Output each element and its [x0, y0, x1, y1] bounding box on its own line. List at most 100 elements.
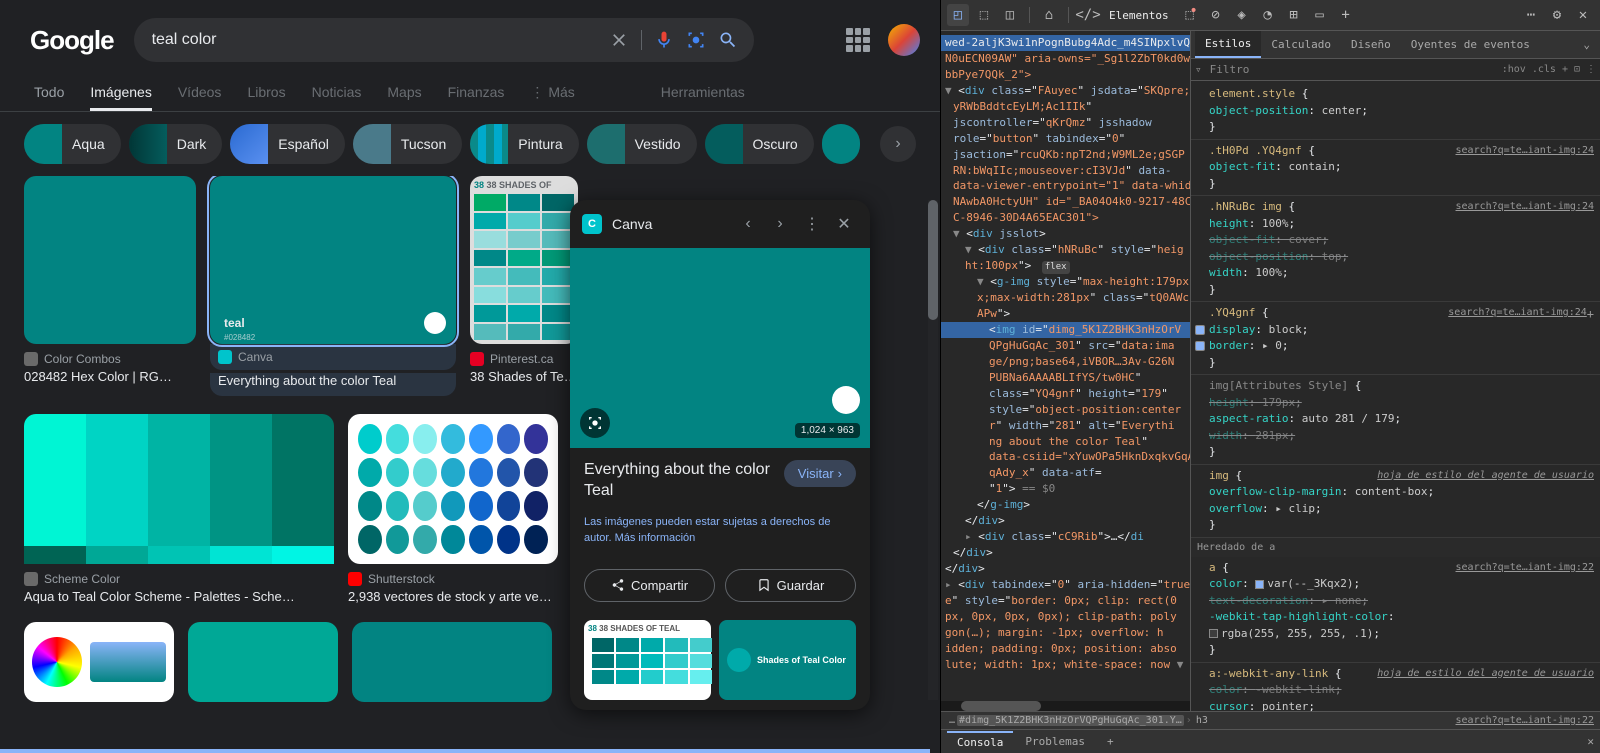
detail-prev-icon[interactable]: ‹ — [734, 210, 762, 238]
tab-diseno[interactable]: Diseño — [1341, 32, 1401, 57]
tab-calculado[interactable]: Calculado — [1261, 32, 1341, 57]
tab-libros[interactable]: Libros — [247, 76, 285, 111]
clear-icon[interactable] — [609, 30, 629, 50]
more-info-link[interactable]: Más información — [615, 532, 696, 544]
drawer-problemas[interactable]: Problemas — [1015, 732, 1095, 751]
related-image[interactable]: Shades of Teal Color — [719, 620, 856, 700]
tools-btn[interactable]: Herramientas — [661, 76, 745, 111]
result-card[interactable] — [188, 622, 338, 702]
chip-extra[interactable] — [822, 124, 860, 164]
apps-icon[interactable] — [846, 28, 870, 52]
avatar[interactable] — [888, 24, 920, 56]
save-button[interactable]: Guardar — [725, 569, 856, 602]
close-devtools-icon[interactable]: ✕ — [1572, 4, 1594, 26]
style-rules[interactable]: element.style { object-position: center;… — [1191, 81, 1600, 711]
result-card[interactable]: Color Combos 028482 Hex Color | RG… — [24, 176, 196, 396]
image-detail-panel: C Canva ‹ › ⋮ ✕ 1,024 × 963 Visitar › Ev… — [570, 200, 870, 710]
cls-button[interactable]: .cls — [1532, 64, 1556, 75]
tab-noticias[interactable]: Noticias — [312, 76, 362, 111]
result-card-selected[interactable]: teal #028482 Canva Everything about the … — [210, 176, 456, 396]
tab-maps[interactable]: Maps — [387, 76, 421, 111]
result-card[interactable]: Scheme Color Aqua to Teal Color Scheme -… — [24, 414, 334, 604]
tab-videos[interactable]: Vídeos — [178, 76, 222, 111]
detail-note: Las imágenes pueden estar sujetas a dere… — [584, 514, 856, 547]
canva-favicon: C — [582, 214, 602, 234]
share-button[interactable]: Compartir — [584, 569, 715, 602]
drawer-consola[interactable]: Consola — [947, 731, 1013, 752]
new-rule-icon[interactable]: + — [1562, 64, 1568, 75]
chip-vestido[interactable]: Vestido — [587, 124, 697, 164]
related-image[interactable]: 38 38 SHADES OF TEAL — [584, 620, 711, 700]
detail-site-name[interactable]: Canva — [612, 216, 724, 232]
add-rule-icon[interactable]: + — [1587, 305, 1594, 323]
chip-aqua[interactable]: Aqua — [24, 124, 121, 164]
search-icon[interactable] — [718, 30, 738, 50]
chip-oscuro[interactable]: Oscuro — [705, 124, 814, 164]
more-icon[interactable]: ⋯ — [1520, 4, 1542, 26]
network-icon[interactable]: ⊘ — [1205, 4, 1227, 26]
tab-finanzas[interactable]: Finanzas — [448, 76, 505, 111]
detail-body: Visitar › Everything about the color Tea… — [570, 448, 870, 559]
dom-hscroll[interactable] — [941, 701, 1190, 711]
google-images-pane: Google Todo Imágenes Vídeos Libros Notic… — [0, 0, 940, 753]
devtools-drawer: Consola Problemas + ✕ — [941, 729, 1600, 753]
chip-dark[interactable]: Dark — [129, 124, 223, 164]
detail-related: 38 38 SHADES OF TEAL Shades of Teal Colo… — [570, 612, 870, 700]
dom-tree[interactable]: wed-2aljK3wi1nPognBubg4Adc_m4SINpxlvQcd … — [941, 31, 1191, 711]
search-bar[interactable] — [134, 18, 754, 62]
code-icon[interactable]: </> — [1077, 4, 1099, 26]
styles-tabs: Estilos Calculado Diseño Oyentes de even… — [1191, 31, 1600, 59]
device-icon[interactable]: ⬚ — [973, 4, 995, 26]
tab-imagenes[interactable]: Imágenes — [90, 76, 151, 111]
styles-sidebar: Estilos Calculado Diseño Oyentes de even… — [1191, 31, 1600, 711]
drawer-close-icon[interactable]: ✕ — [1587, 735, 1594, 748]
result-card[interactable]: 38 38 SHADES OF Pinterest.ca 38 Shades o… — [470, 176, 578, 396]
detail-actions: Compartir Guardar — [570, 559, 870, 612]
chip-espanol[interactable]: Español — [230, 124, 345, 164]
detail-image[interactable]: 1,024 × 963 — [570, 248, 870, 448]
detail-more-icon[interactable]: ⋮ — [798, 210, 826, 238]
inspect-icon[interactable]: ◰ — [947, 4, 969, 26]
more-styles-icon[interactable]: ⋮ — [1586, 64, 1596, 75]
perf-icon[interactable]: ◔ — [1257, 4, 1279, 26]
filter-chips: Aqua Dark Español Tucson Pintura Vestido… — [0, 112, 940, 176]
google-logo[interactable]: Google — [30, 25, 114, 56]
close-icon[interactable]: ✕ — [830, 210, 858, 238]
home-icon[interactable]: ⌂ — [1038, 4, 1060, 26]
chevron-down-icon[interactable]: ⌄ — [1577, 38, 1596, 51]
result-card[interactable]: Shutterstock 2,938 vectores de stock y a… — [348, 414, 558, 604]
devtools-toolbar: ◰ ⬚ ◫ ⌂ </> Elementos ⬚ ⊘ ◈ ◔ ⊞ ▭ + ⋯ ⚙ … — [941, 0, 1600, 31]
add-tab-icon[interactable]: + — [1335, 4, 1357, 26]
styles-filter: ▿ :hov .cls + ⊡ ⋮ — [1191, 59, 1600, 81]
lens-icon[interactable] — [686, 30, 706, 50]
result-card[interactable] — [352, 622, 552, 702]
visit-button[interactable]: Visitar › — [784, 460, 856, 487]
dom-breadcrumb[interactable]: … #dimg_5K1Z2BHK3nHzOrVQPgHuGqAc_301.Y… … — [941, 711, 1600, 729]
google-header: Google — [0, 0, 940, 70]
filter-input[interactable] — [1208, 61, 1496, 78]
mic-icon[interactable] — [654, 30, 674, 50]
hov-button[interactable]: :hov — [1502, 64, 1526, 75]
panel-icon[interactable]: ▭ — [1309, 4, 1331, 26]
settings-icon[interactable]: ⚙ — [1546, 4, 1568, 26]
results-scrollbar[interactable] — [928, 200, 938, 700]
warnings-icon[interactable]: ⬚ — [1179, 4, 1201, 26]
chip-pintura[interactable]: Pintura — [470, 124, 578, 164]
wifi-icon[interactable]: ◈ — [1231, 4, 1253, 26]
result-card[interactable] — [24, 622, 174, 702]
chip-tucson[interactable]: Tucson — [353, 124, 462, 164]
dock-icon[interactable]: ◫ — [999, 4, 1021, 26]
tab-oyentes[interactable]: Oyentes de eventos — [1401, 32, 1540, 57]
pin-icon[interactable]: ⊡ — [1574, 64, 1580, 75]
search-tabs: Todo Imágenes Vídeos Libros Noticias Map… — [0, 70, 940, 112]
tab-estilos[interactable]: Estilos — [1195, 31, 1261, 58]
lens-search-icon[interactable] — [580, 408, 610, 438]
tab-mas[interactable]: ⋮ Más — [530, 76, 574, 111]
search-input[interactable] — [150, 30, 597, 50]
tab-todo[interactable]: Todo — [34, 76, 64, 111]
chip-scroll-right[interactable]: › — [880, 126, 916, 162]
detail-next-icon[interactable]: › — [766, 210, 794, 238]
drawer-add-icon[interactable]: + — [1097, 732, 1124, 751]
elements-tab[interactable]: Elementos — [1103, 9, 1175, 22]
app-icon[interactable]: ⊞ — [1283, 4, 1305, 26]
